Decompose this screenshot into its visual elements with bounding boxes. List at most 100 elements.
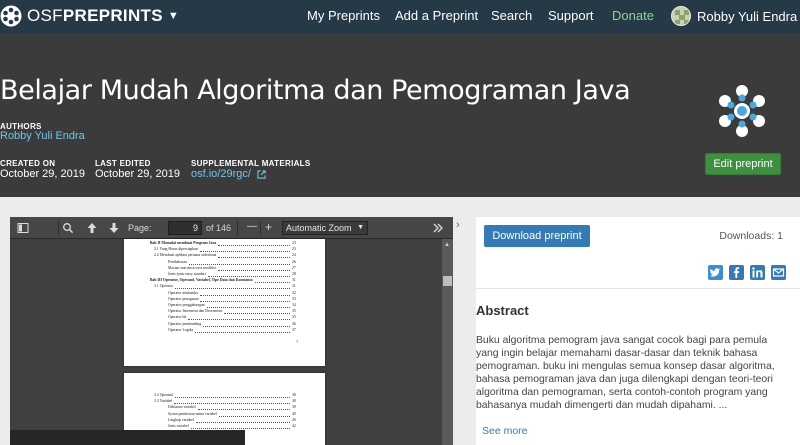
tools-menu-icon[interactable] [432, 222, 444, 234]
toc-entry: Syarat pemberian nama variabel [168, 411, 218, 416]
email-icon[interactable] [771, 265, 786, 280]
author-link[interactable]: Robby Yuli Endra [0, 130, 85, 142]
toc-leader [191, 428, 290, 429]
toc-page-number: 37 [292, 327, 296, 332]
scrollbar-thumb[interactable] [443, 276, 452, 286]
edited-label: LAST EDITED [95, 159, 151, 168]
toc-leader [203, 325, 290, 327]
toc-leader [200, 251, 290, 253]
brand-home-link[interactable]: OSFPREPRINTS ▼ [0, 5, 179, 27]
brand-bold-text: PREPRINTS [62, 6, 163, 25]
toc-page-number: 35 [292, 309, 296, 314]
download-preprint-button[interactable]: Download preprint [484, 225, 590, 247]
preprint-header: Belajar Mudah Algoritma dan Pemograman J… [0, 33, 800, 197]
scroll-up-icon[interactable]: ▲ [444, 242, 450, 248]
sidebar-toggle-icon[interactable] [17, 222, 29, 234]
pdf-page: Bab II Memulai membuat Program Java 23 2.1… [124, 239, 325, 366]
abstract-text: Buku algoritma pemogram java sangat coco… [476, 335, 775, 411]
twitter-icon[interactable] [708, 265, 723, 280]
linkedin-icon[interactable] [750, 265, 765, 280]
toc-entry: Bab II Memulai membuat Program Java [150, 241, 217, 245]
pdf-toolbar: Page: 9 of 146 — + Automatic Zoom ▼ [10, 217, 453, 239]
user-menu[interactable]: Robby Yuli Endra ▼ [671, 5, 800, 27]
supplemental-label: SUPPLEMENTAL MATERIALS [191, 159, 311, 168]
facebook-icon[interactable] [729, 265, 744, 280]
toc-page-number: 38 [292, 399, 296, 404]
toc-page-number: 33 [292, 296, 296, 301]
toc-page-number: 38 [292, 393, 296, 397]
toc-page-number: 36 [292, 321, 296, 326]
toc-page-number: 34 [292, 303, 296, 307]
toc-page-number: 26 [292, 259, 296, 264]
toc-entry: Jenis-jenis entry standart [168, 272, 206, 276]
page-label: Page: [128, 223, 152, 233]
created-label: CREATED ON [0, 159, 56, 168]
brand-light-text: OSF [27, 6, 63, 25]
toc-page-number: 35 [292, 315, 296, 320]
page-title: Belajar Mudah Algoritma dan Pemograman J… [0, 75, 631, 106]
see-more-link[interactable]: See more [482, 425, 528, 437]
toc-leader [195, 331, 290, 333]
abstract-heading: Abstract [476, 303, 529, 318]
toc-leader [218, 245, 290, 246]
toc-page-number: 24 [292, 253, 296, 258]
external-link-icon [257, 169, 266, 179]
nav-support[interactable]: Support [548, 8, 594, 23]
toc-entry: Operator Logika [168, 327, 194, 332]
toc-page-number: 40 [292, 417, 296, 422]
toc-leader [198, 409, 290, 411]
caret-down-icon: ▼ [167, 10, 179, 22]
avatar-pattern-icon [672, 7, 690, 25]
toc-entry: Jenis variabel [168, 424, 189, 428]
pdf-viewer: Page: 9 of 146 — + Automatic Zoom ▼ Bab … [10, 217, 453, 445]
downloads-count: Downloads: 1 [719, 230, 783, 242]
nav-search[interactable]: Search [491, 8, 532, 23]
toc-leader [189, 263, 290, 265]
edit-preprint-button[interactable]: Edit preprint [705, 153, 781, 175]
zoom-in-button[interactable]: + [265, 220, 272, 234]
nav-donate[interactable]: Donate [612, 8, 654, 23]
zoom-select[interactable]: Automatic Zoom ▼ [282, 221, 368, 235]
page-number-footer: 7 [296, 339, 299, 344]
toc-leader [175, 288, 290, 290]
toc-entry: Operator pembanding [168, 321, 202, 326]
toc-entry: Operator penugasan [168, 296, 199, 301]
toc-page-number: 32 [292, 290, 296, 295]
toc-entry: Operator Increment dan Decrement [168, 309, 222, 314]
toc-page-number: 27 [292, 265, 296, 270]
toc-entry: 3.2 Operand [154, 393, 173, 397]
toc-entry: Operator bit [168, 315, 187, 320]
find-search-icon[interactable] [62, 222, 74, 234]
toc-leader [200, 294, 290, 296]
nav-add-preprint[interactable]: Add a Preprint [395, 8, 478, 23]
toc-entry: Operator penggabungan [168, 303, 205, 307]
chevron-right-icon[interactable]: › [456, 219, 460, 231]
toc-leader [200, 300, 290, 302]
toc-page-number: 31 [292, 284, 296, 289]
supplemental-link[interactable]: osf.io/29rgc/ [191, 168, 251, 180]
toc-leader [218, 269, 290, 271]
toc-entry: 3.1 Operator [154, 284, 174, 289]
toc-entry: Pembahasan [168, 259, 187, 264]
nav-my-preprints[interactable]: My Preprints [307, 8, 380, 23]
zoom-out-button[interactable]: — [247, 221, 257, 232]
next-page-icon[interactable] [108, 222, 120, 234]
pdf-scrollbar[interactable]: ▲ [442, 239, 453, 445]
previous-page-icon[interactable] [86, 222, 98, 234]
toc-leader [219, 415, 290, 417]
viewer-status-overlay [10, 430, 245, 445]
created-value: October 29, 2019 [0, 168, 86, 180]
avatar [671, 6, 691, 26]
page-number-input[interactable]: 9 [168, 221, 202, 235]
navbar: OSFPREPRINTS ▼ My Preprints Add a Prepri… [0, 0, 800, 33]
chevron-down-icon: ▼ [357, 224, 364, 231]
toc-leader [207, 307, 290, 308]
toc-leader [175, 397, 290, 398]
toc-entry: Macam-macam access modifier [168, 265, 217, 270]
toc-entry: Bab III Operator, Operand, Variabel, Tip… [150, 278, 253, 283]
toc-leader [218, 257, 290, 259]
toc-entry: 2.1 Yang Harus dipersiapkan [154, 247, 198, 252]
edited-value: October 29, 2019 [95, 168, 181, 180]
toc-leader [224, 313, 290, 315]
toc-page-number: 23 [292, 247, 296, 252]
